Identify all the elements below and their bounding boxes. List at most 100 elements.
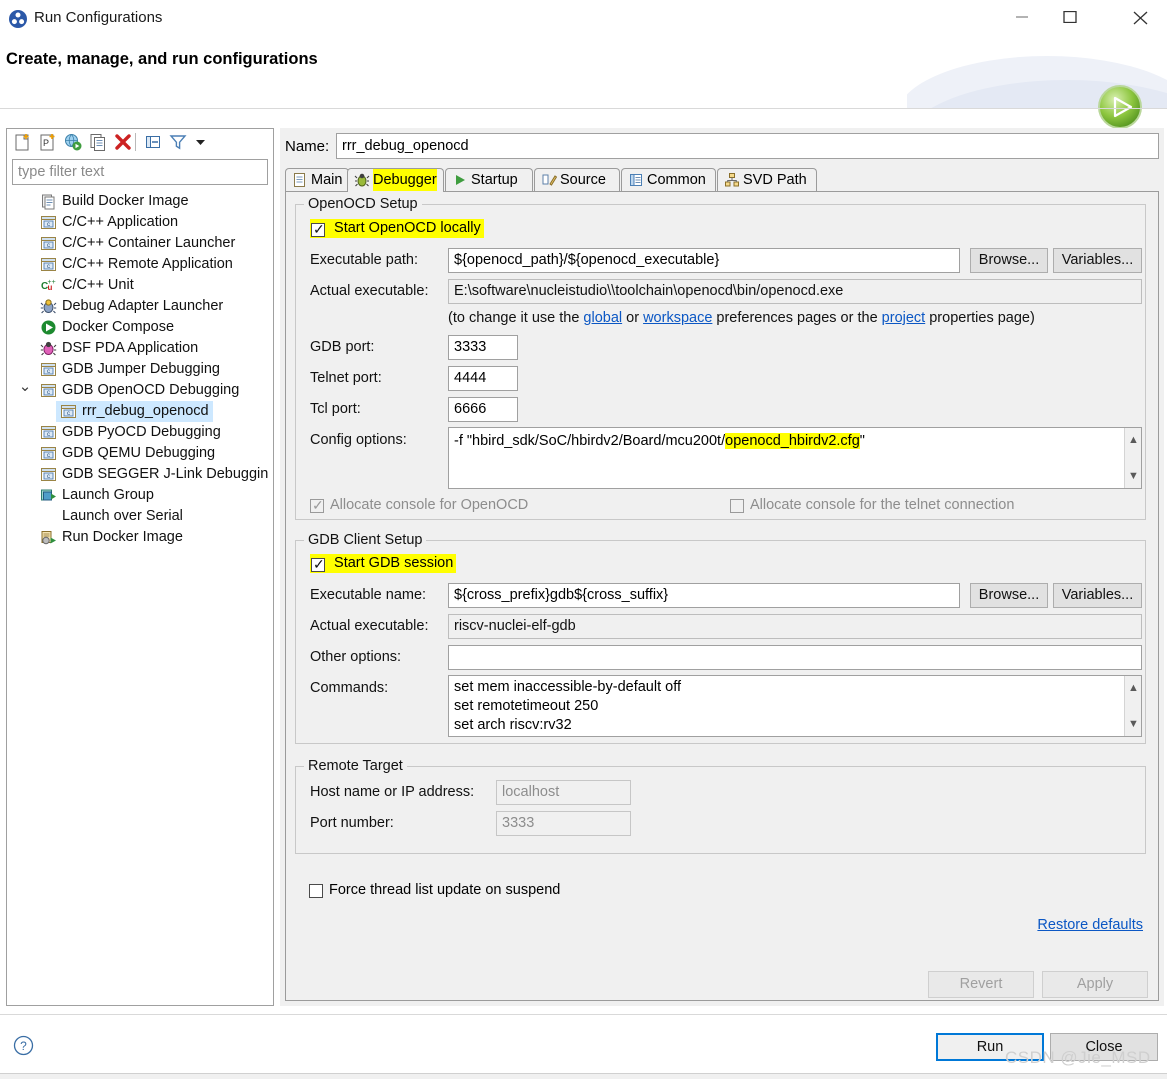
tree-item[interactable]: Docker Compose [12, 317, 268, 338]
telnet-port-input[interactable]: 4444 [448, 366, 518, 391]
gdb-command-line: set mem inaccessible-by-default off [454, 679, 682, 695]
header-divider [0, 108, 1167, 109]
tree-item[interactable]: Launch over Serial [12, 506, 268, 527]
view-menu-chevron-icon[interactable] [191, 132, 211, 152]
cpp-app-icon: c [40, 445, 57, 462]
export-icon[interactable] [63, 132, 83, 152]
scroll-up-icon[interactable]: ▲ [1128, 678, 1139, 698]
allocate-console-telnet-checkbox [730, 499, 744, 513]
svg-text:c: c [47, 432, 50, 438]
project-properties-link[interactable]: project [882, 310, 926, 326]
start-openocd-locally-row[interactable]: ✓ Start OpenOCD locally [310, 219, 484, 238]
tree-item[interactable]: Debug Adapter Launcher [12, 296, 268, 317]
configurations-tree[interactable]: Build Docker Image c C/C++ Application c C/C… [12, 191, 268, 979]
svg-text:c: c [47, 243, 50, 249]
start-openocd-locally-checkbox[interactable]: ✓ [311, 222, 325, 237]
allocate-console-telnet-label: Allocate console for the telnet connecti… [750, 497, 1015, 513]
cpp-app-icon: c [40, 466, 57, 483]
tree-item[interactable]: Build Docker Image [12, 191, 268, 212]
workspace-preferences-link[interactable]: workspace [643, 310, 712, 326]
config-options-scrollbar[interactable]: ▲ ▼ [1124, 428, 1141, 488]
gdb-executable-name-input[interactable]: ${cross_prefix}gdb${cross_suffix} [448, 583, 960, 608]
chevron-down-icon[interactable]: ⌄ [18, 379, 32, 394]
delete-icon[interactable] [113, 132, 133, 152]
page-title: Create, manage, and run configurations [6, 50, 318, 68]
launch-group-icon [40, 487, 57, 504]
minimize-button[interactable] [1000, 0, 1046, 32]
tab-common[interactable]: Common [621, 168, 716, 192]
svg-text:c: c [47, 264, 50, 270]
filter-icon[interactable] [168, 132, 188, 152]
tcl-port-input[interactable]: 6666 [448, 397, 518, 422]
maximize-button[interactable] [1048, 0, 1094, 32]
tree-item[interactable]: c GDB PyOCD Debugging [12, 422, 268, 443]
gdb-port-input[interactable]: 3333 [448, 335, 518, 360]
help-question-icon[interactable]: ? [13, 1035, 34, 1056]
gdb-browse-button[interactable]: Browse... [970, 583, 1048, 608]
filter-input[interactable]: type filter text [12, 159, 268, 185]
tree-item[interactable]: c C/C++ Application [12, 212, 268, 233]
restore-defaults-link[interactable]: Restore defaults [1037, 917, 1143, 933]
scroll-down-icon[interactable]: ▼ [1128, 714, 1139, 734]
force-thread-list-label: Force thread list update on suspend [329, 882, 561, 898]
tab-main[interactable]: Main [285, 168, 349, 192]
hint-pre: (to change it use the [448, 310, 584, 326]
gdb-other-options-input[interactable] [448, 645, 1142, 670]
tree-item[interactable]: Launch Group [12, 485, 268, 506]
gdb-command-line: set remotetimeout 250 [454, 698, 599, 714]
svg-text:P: P [43, 138, 49, 148]
port-number-label: Port number: [310, 815, 394, 831]
executable-path-input[interactable]: ${openocd_path}/${openocd_executable} [448, 248, 960, 273]
gdb-actual-executable-value: riscv-nuclei-elf-gdb [448, 614, 1142, 639]
tab-debugger[interactable]: Debugger [347, 168, 444, 192]
tree-item-label: Launch over Serial [62, 508, 183, 524]
tree-item[interactable]: c C/C++ Container Launcher [12, 233, 268, 254]
name-label: Name: [285, 138, 330, 155]
close-button[interactable] [1118, 0, 1164, 32]
openocd-setup-group: OpenOCD Setup ✓ Start OpenOCD locally Ex… [295, 196, 1146, 520]
start-gdb-session-checkbox[interactable]: ✓ [311, 557, 325, 572]
tree-item[interactable]: c GDB QEMU Debugging [12, 443, 268, 464]
gdb-variables-button[interactable]: Variables... [1053, 583, 1142, 608]
tree-item[interactable]: DSF PDA Application [12, 338, 268, 359]
svg-text:c: c [47, 222, 50, 228]
config-options-textarea[interactable]: -f "hbird_sdk/SoC/hbirdv2/Board/mcu200t/… [448, 427, 1142, 489]
openocd-browse-button[interactable]: Browse... [970, 248, 1048, 273]
configuration-name-input[interactable]: rrr_debug_openocd [336, 133, 1159, 159]
openocd-variables-button[interactable]: Variables... [1053, 248, 1142, 273]
tree-item-label: C/C++ Application [62, 214, 179, 230]
tree-item-label: Debug Adapter Launcher [62, 298, 224, 314]
port-number-input[interactable]: 3333 [496, 811, 631, 836]
tab-startup[interactable]: Startup [445, 168, 533, 192]
svd-tree-icon [724, 172, 740, 188]
collapse-all-icon[interactable] [143, 132, 163, 152]
tree-item[interactable]: Cu ++ C/C++ Unit [12, 275, 268, 296]
new-prototype-icon[interactable]: P [38, 132, 58, 152]
telnet-port-label: Telnet port: [310, 370, 382, 386]
tree-item[interactable]: ⌄ c GDB OpenOCD Debugging [12, 379, 268, 401]
tree-item[interactable]: c GDB Jumper Debugging [12, 359, 268, 380]
start-gdb-session-row[interactable]: ✓ Start GDB session [310, 554, 457, 573]
gdb-commands-textarea[interactable]: set mem inaccessible-by-default off set r… [448, 675, 1142, 737]
tab-source[interactable]: Source [534, 168, 620, 192]
host-name-input[interactable]: localhost [496, 780, 631, 805]
new-launch-configuration-icon[interactable] [13, 132, 33, 152]
tab-label: Common [647, 172, 706, 188]
gdb-commands-scrollbar[interactable]: ▲ ▼ [1124, 676, 1141, 736]
duplicate-icon[interactable] [88, 132, 108, 152]
tab-svd-path[interactable]: SVD Path [717, 168, 817, 192]
force-thread-list-checkbox[interactable] [309, 884, 323, 898]
tree-item[interactable]: c GDB SEGGER J-Link Debugging [12, 464, 268, 485]
apply-button[interactable]: Apply [1042, 971, 1148, 998]
scroll-down-icon[interactable]: ▼ [1128, 466, 1139, 486]
tree-item[interactable]: c rrr_debug_openocd [12, 401, 268, 422]
svg-text:?: ? [20, 1039, 27, 1053]
svg-text:c: c [47, 369, 50, 375]
tree-item[interactable]: Run Docker Image [12, 527, 268, 548]
scroll-up-icon[interactable]: ▲ [1128, 430, 1139, 450]
tree-item[interactable]: c C/C++ Remote Application [12, 254, 268, 275]
revert-button[interactable]: Revert [928, 971, 1034, 998]
remote-target-legend: Remote Target [304, 758, 407, 774]
global-preferences-link[interactable]: global [583, 310, 622, 326]
hint-mid1: or [622, 310, 644, 326]
